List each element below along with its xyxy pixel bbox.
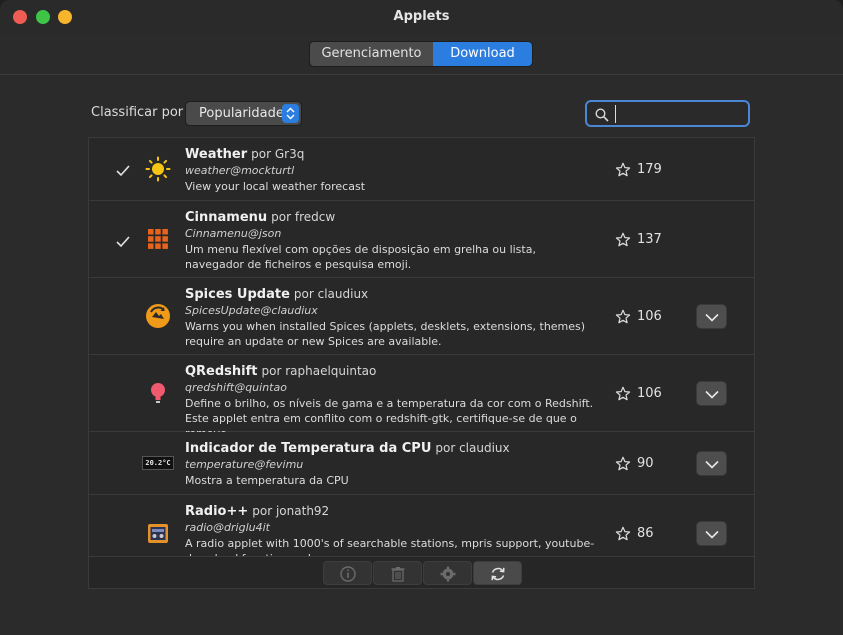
window-title: Applets: [393, 9, 450, 24]
gear-icon: [440, 566, 456, 582]
applet-uuid: Cinnamenu@json: [185, 227, 282, 240]
updown-chevron-icon: [282, 104, 299, 123]
installed-check-icon: [116, 233, 130, 252]
applet-list: Weather por Gr3q weather@mockturtl View y…: [88, 137, 755, 557]
star-icon: [615, 456, 631, 476]
applet-author: por claudiux: [293, 287, 369, 301]
search-input[interactable]: [615, 105, 740, 123]
applet-score: 179: [637, 162, 662, 177]
applet-uuid: radio@driglu4it: [185, 521, 270, 534]
bulb-icon: [145, 380, 171, 406]
install-button[interactable]: [696, 304, 727, 329]
applet-name: Indicador de Temperatura da CPU: [185, 441, 432, 456]
list-item[interactable]: Cinnamenu por fredcw Cinnamenu@json Um me…: [89, 201, 754, 278]
info-button[interactable]: [323, 561, 372, 585]
applet-author: por claudiux: [435, 441, 510, 455]
applet-name: Radio++: [185, 504, 249, 519]
applet-description: Mostra a temperatura da CPU: [185, 474, 349, 487]
applet-description: A radio applet with 1000's of searchable…: [185, 537, 595, 557]
view-switcher: Gerenciamento Download: [309, 41, 533, 67]
list-item[interactable]: Weather por Gr3q weather@mockturtl View y…: [89, 138, 754, 201]
install-button[interactable]: [696, 521, 727, 546]
applet-description: Um menu flexível com opções de disposiçã…: [185, 243, 536, 271]
applet-uuid: temperature@fevimu: [185, 458, 304, 471]
chevron-down-icon: [705, 460, 719, 469]
applets-window: Applets Gerenciamento Download Classific…: [0, 0, 843, 635]
uninstall-button[interactable]: [373, 561, 422, 585]
applet-name-line: Indicador de Temperatura da CPU por claud…: [185, 441, 510, 456]
sun-icon: [145, 156, 171, 182]
configure-button[interactable]: [423, 561, 472, 585]
list-item[interactable]: Spices Update por claudiux SpicesUpdate@c…: [89, 278, 754, 355]
applet-uuid: weather@mockturtl: [185, 164, 295, 177]
applet-description: Warns you when installed Spices (applets…: [185, 320, 586, 348]
install-button[interactable]: [696, 451, 727, 476]
temperature-icon: 20.2°C: [142, 450, 174, 476]
chevron-down-icon: [705, 313, 719, 322]
list-item[interactable]: Radio++ por jonath92 radio@driglu4it A ra…: [89, 495, 754, 557]
applet-name-line: Weather por Gr3q: [185, 147, 304, 162]
bottom-toolbar: [88, 556, 755, 589]
applet-score: 137: [637, 232, 662, 247]
sort-label: Classificar por: [91, 105, 184, 120]
star-icon: [615, 526, 631, 546]
applet-description: View your local weather forecast: [185, 180, 366, 193]
star-icon: [615, 232, 631, 252]
applet-name-line: Spices Update por claudiux: [185, 287, 368, 302]
sort-select-value: Popularidade: [199, 106, 284, 121]
temperature-icon-text: 20.2°C: [142, 456, 174, 470]
applet-name-line: QRedshift por raphaelquintao: [185, 364, 376, 379]
applet-author: por fredcw: [271, 210, 336, 224]
applet-author: por Gr3q: [251, 147, 305, 161]
chevron-down-icon: [705, 390, 719, 399]
applet-name: Spices Update: [185, 287, 290, 302]
applet-name: Weather: [185, 147, 248, 162]
info-icon: [340, 566, 356, 582]
chevron-down-icon: [705, 530, 719, 539]
applet-uuid: qredshift@quintao: [185, 381, 287, 394]
star-icon: [615, 309, 631, 329]
tab-download[interactable]: Download: [433, 42, 532, 66]
header-separator: [0, 74, 843, 75]
star-icon: [615, 162, 631, 182]
applet-author: por raphaelquintao: [261, 364, 377, 378]
list-item[interactable]: QRedshift por raphaelquintao qredshift@qu…: [89, 355, 754, 440]
grid-icon: [145, 226, 171, 252]
install-button[interactable]: [696, 381, 727, 406]
applet-score: 106: [637, 386, 662, 401]
sort-select[interactable]: Popularidade: [185, 101, 302, 126]
applet-score: 106: [637, 309, 662, 324]
applet-name: Cinnamenu: [185, 210, 268, 225]
applet-score: 86: [637, 526, 654, 541]
applet-author: por jonath92: [252, 504, 330, 518]
tab-gerenciamento[interactable]: Gerenciamento: [310, 42, 433, 66]
update-icon: [145, 303, 171, 329]
applet-name-line: Radio++ por jonath92: [185, 504, 329, 519]
list-item[interactable]: 20.2°C Indicador de Temperatura da CPU po…: [89, 432, 754, 495]
star-icon: [615, 386, 631, 406]
titlebar: Applets: [0, 0, 843, 34]
trash-icon: [391, 567, 405, 582]
radio-icon: [145, 520, 171, 546]
search-icon: [595, 107, 609, 126]
applet-name: QRedshift: [185, 364, 258, 379]
applet-name-line: Cinnamenu por fredcw: [185, 210, 335, 225]
search-box[interactable]: [585, 100, 750, 127]
installed-check-icon: [116, 162, 130, 181]
applet-score: 90: [637, 456, 654, 471]
refresh-button[interactable]: [473, 561, 522, 585]
refresh-icon: [491, 567, 505, 581]
applet-uuid: SpicesUpdate@claudiux: [185, 304, 318, 317]
